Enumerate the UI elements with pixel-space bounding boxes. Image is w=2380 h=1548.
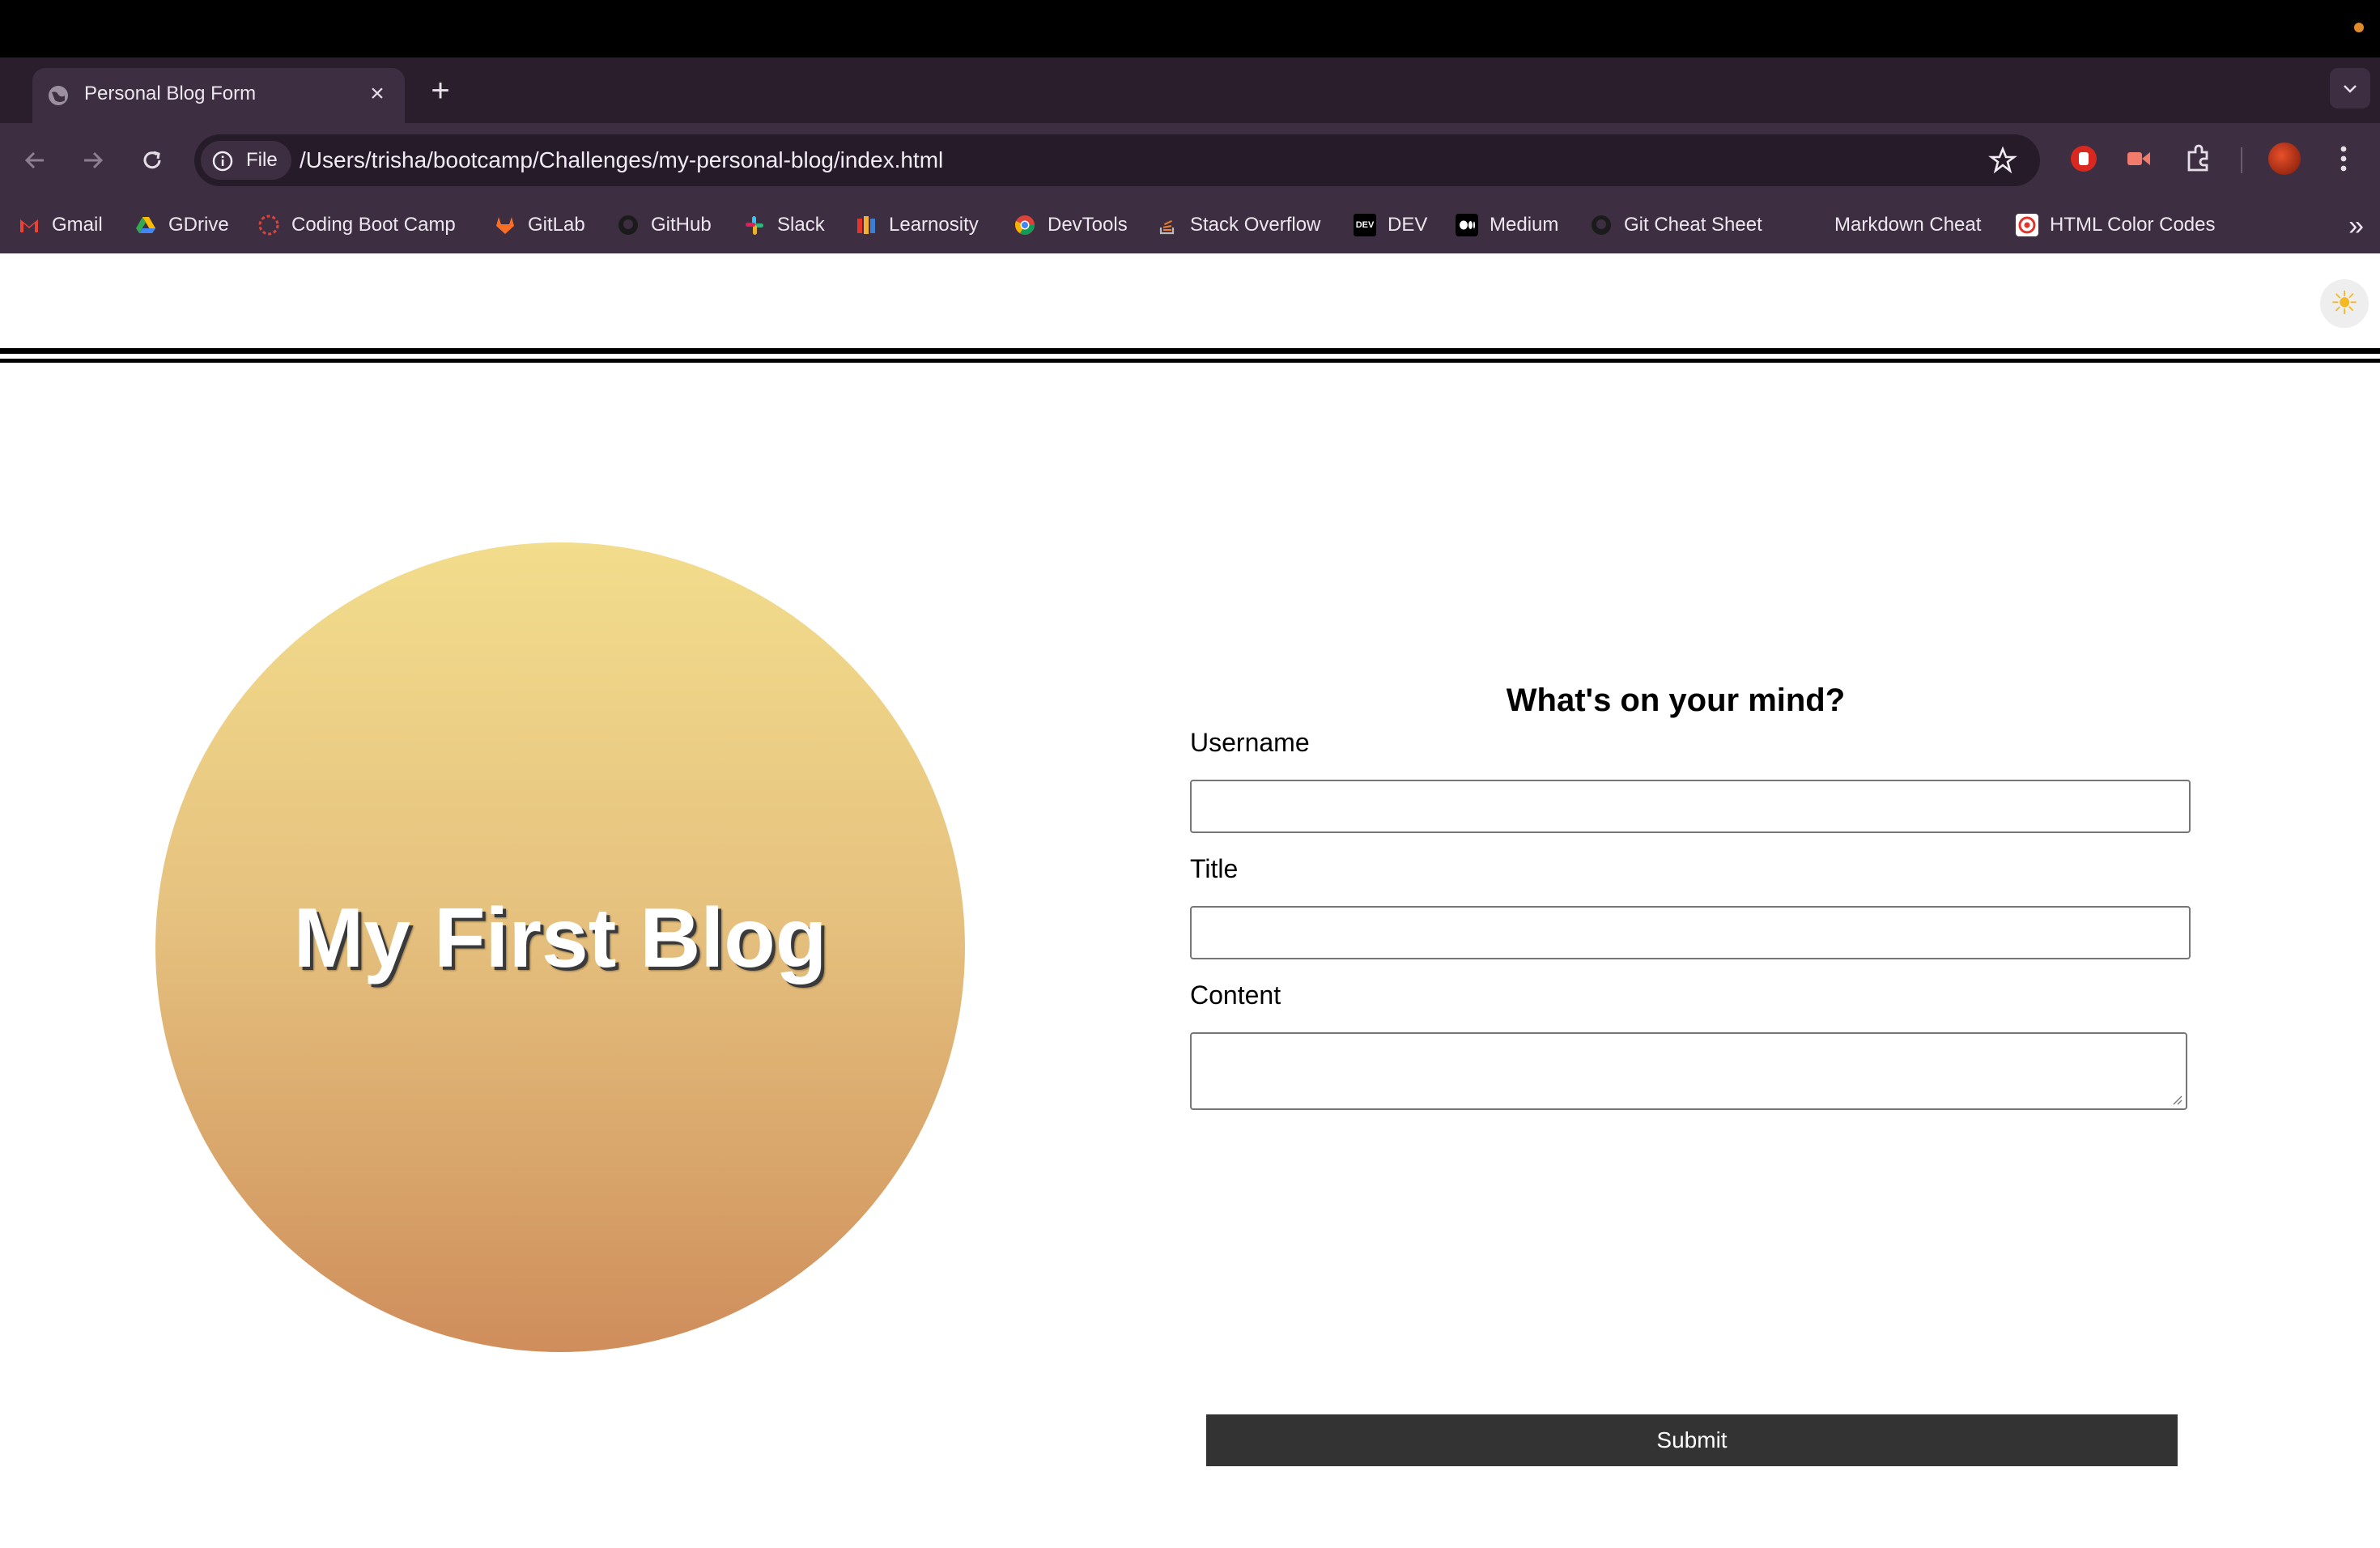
reload-icon[interactable] xyxy=(134,142,170,178)
back-arrow-icon[interactable] xyxy=(18,142,53,178)
site-info-chip[interactable]: File xyxy=(201,141,291,180)
gdrive-icon xyxy=(134,214,157,236)
gitlab-icon xyxy=(494,214,516,236)
slack-icon xyxy=(743,214,766,236)
content-textarea[interactable] xyxy=(1190,1032,2187,1110)
bookmark-stack-overflow[interactable]: Stack Overflow xyxy=(1156,212,1320,238)
medium-icon xyxy=(1456,214,1478,236)
bootcamp-icon xyxy=(257,214,280,236)
username-label: Username xyxy=(1190,728,1310,757)
bookmark-label: Learnosity xyxy=(889,214,979,236)
bookmark-label: GitLab xyxy=(528,214,585,236)
toolbar-divider xyxy=(2241,147,2242,173)
globe-icon xyxy=(49,86,68,105)
site-info-label: File xyxy=(246,149,278,171)
more-menu-icon[interactable] xyxy=(2331,141,2356,176)
bookmark-label: Stack Overflow xyxy=(1190,214,1321,236)
dev-icon: DEV xyxy=(1354,214,1376,236)
recording-indicator-icon xyxy=(2354,23,2364,32)
bookmark-label: HTML Color Codes xyxy=(2050,214,2216,236)
bookmark-label: Markdown Cheat xyxy=(1834,214,1982,236)
bookmark-label: GitHub xyxy=(651,214,712,236)
bookmark-github[interactable]: GitHub xyxy=(617,212,712,238)
header-divider xyxy=(0,348,2380,354)
info-icon xyxy=(212,151,233,172)
submit-button[interactable]: Submit xyxy=(1206,1414,2178,1466)
title-input[interactable] xyxy=(1190,906,2191,959)
hero-circle: My First Blog xyxy=(155,542,965,1352)
bookmark-label: DEV xyxy=(1388,214,1428,236)
bookmark-html-color-codes[interactable]: HTML Color Codes xyxy=(2016,212,2216,238)
bookmark-slack[interactable]: Slack xyxy=(743,212,825,238)
bookmark-coding-boot-camp[interactable]: Coding Boot Camp xyxy=(257,212,456,238)
title-label: Title xyxy=(1190,854,1239,883)
htmlcolor-icon xyxy=(2016,214,2038,236)
bookmark-label: Gmail xyxy=(52,214,103,236)
system-menubar xyxy=(0,0,2380,57)
bookmark-gitlab[interactable]: GitLab xyxy=(494,212,585,238)
bookmarks-overflow-chevron-icon[interactable]: » xyxy=(2348,211,2364,242)
markdown-icon xyxy=(1800,214,1823,236)
sun-icon[interactable]: ☀ xyxy=(2320,279,2369,328)
bookmark-gdrive[interactable]: GDrive xyxy=(134,212,229,238)
github-icon xyxy=(1590,214,1613,236)
form-heading: What's on your mind? xyxy=(1506,683,1846,718)
profile-avatar[interactable] xyxy=(2268,142,2301,175)
bookmark-dev[interactable]: DEV DEV xyxy=(1354,212,1427,238)
close-tab-icon[interactable]: × xyxy=(363,79,392,108)
gmail-icon xyxy=(18,214,40,236)
url-text[interactable]: /Users/trisha/bootcamp/Challenges/my-per… xyxy=(300,147,943,173)
hero-title: My First Blog xyxy=(293,891,827,985)
tab-search-button[interactable] xyxy=(2330,68,2370,108)
username-input[interactable] xyxy=(1190,780,2191,833)
bookmark-label: Medium xyxy=(1490,214,1559,236)
bookmark-gmail[interactable]: Gmail xyxy=(18,212,103,238)
new-tab-button[interactable]: + xyxy=(426,74,455,107)
header-divider-secondary xyxy=(0,359,2380,363)
learnosity-icon xyxy=(855,214,878,236)
bookmark-medium[interactable]: Medium xyxy=(1456,212,1558,238)
tab-strip: Personal Blog Form × + xyxy=(0,57,2380,123)
bookmark-learnosity[interactable]: Learnosity xyxy=(855,212,979,238)
bookmark-label: DevTools xyxy=(1048,214,1128,236)
content-label: Content xyxy=(1190,980,1281,1010)
resize-grip-icon[interactable] xyxy=(2171,1094,2182,1105)
bookmark-git-cheat-sheet[interactable]: Git Cheat Sheet xyxy=(1590,212,1762,238)
screen-recorder-extension-icon[interactable] xyxy=(2121,141,2157,176)
bookmark-label: Git Cheat Sheet xyxy=(1624,214,1762,236)
address-bar[interactable]: File /Users/trisha/bootcamp/Challenges/m… xyxy=(194,134,2040,186)
chrome-icon xyxy=(1014,214,1036,236)
bookmarks-bar: Gmail GDrive Coding Boot Camp GitLab Git… xyxy=(0,196,2380,253)
tab-title: Personal Blog Form xyxy=(84,83,257,104)
github-icon xyxy=(617,214,640,236)
browser-toolbar: File /Users/trisha/bootcamp/Challenges/m… xyxy=(0,123,2380,196)
tab-personal-blog-form[interactable]: Personal Blog Form × xyxy=(32,68,405,123)
extensions-puzzle-icon[interactable] xyxy=(2181,141,2216,176)
bookmark-star-icon[interactable] xyxy=(1988,146,2017,175)
forward-arrow-icon[interactable] xyxy=(74,142,110,178)
bookmark-markdown-cheat[interactable]: Markdown Cheat xyxy=(1800,212,1981,238)
adblock-extension-icon[interactable] xyxy=(2066,141,2102,176)
bookmark-label: GDrive xyxy=(168,214,229,236)
page-viewport: ☀ My First Blog What's on your mind? Use… xyxy=(0,253,2380,1548)
bookmark-devtools[interactable]: DevTools xyxy=(1014,212,1128,238)
bookmark-label: Slack xyxy=(777,214,825,236)
chevron-down-icon xyxy=(2344,85,2357,93)
bookmark-label: Coding Boot Camp xyxy=(291,214,456,236)
stackoverflow-icon xyxy=(1156,214,1179,236)
